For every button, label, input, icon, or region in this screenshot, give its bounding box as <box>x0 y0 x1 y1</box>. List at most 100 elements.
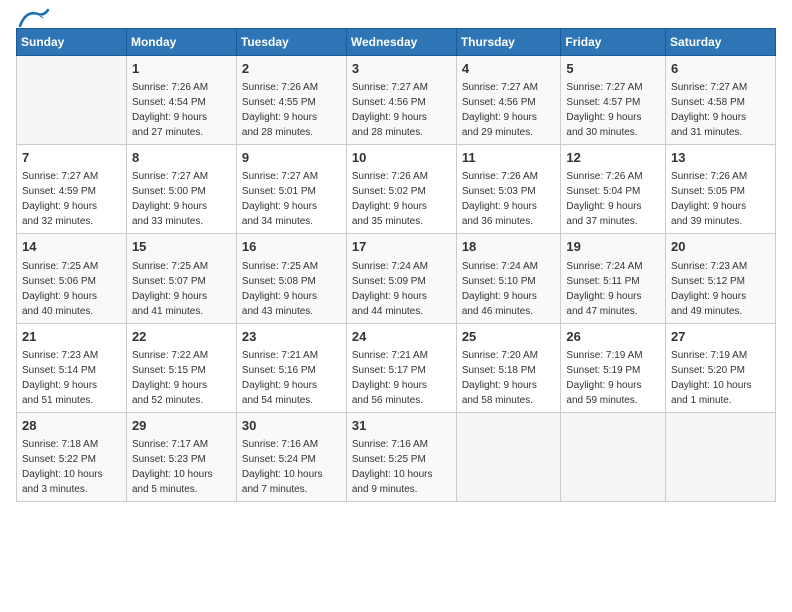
day-info: Sunrise: 7:26 AMSunset: 4:54 PMDaylight:… <box>132 80 231 140</box>
weekday-header-saturday: Saturday <box>666 29 776 56</box>
day-info: Sunrise: 7:19 AMSunset: 5:20 PMDaylight:… <box>671 348 770 408</box>
calendar-cell: 17Sunrise: 7:24 AMSunset: 5:09 PMDayligh… <box>346 234 456 323</box>
day-number: 14 <box>22 238 121 256</box>
calendar-cell: 22 Sunrise: 7:22 AMSunset: 5:15 PMDayligh… <box>126 323 236 412</box>
day-info: Sunrise: 7:26 AMSunset: 4:55 PMDaylight:… <box>242 80 341 140</box>
day-number: 27 <box>671 328 770 346</box>
day-number: 25 <box>462 328 556 346</box>
day-number: 19 <box>566 238 660 256</box>
calendar-cell: 14 Sunrise: 7:25 AMSunset: 5:06 PMDayligh… <box>17 234 127 323</box>
day-info: Sunrise: 7:27 AMSunset: 5:00 PMDaylight:… <box>132 169 231 229</box>
day-info: Sunrise: 7:23 AMSunset: 5:12 PMDaylight:… <box>671 259 770 319</box>
calendar-cell: 29 Sunrise: 7:17 AMSunset: 5:23 PMDayligh… <box>126 412 236 501</box>
calendar-header: SundayMondayTuesdayWednesdayThursdayFrid… <box>17 29 776 56</box>
weekday-header-wednesday: Wednesday <box>346 29 456 56</box>
week-row-1: 1 Sunrise: 7:26 AMSunset: 4:54 PMDaylight… <box>17 56 776 145</box>
day-info: Sunrise: 7:21 AMSunset: 5:17 PMDaylight:… <box>352 348 451 408</box>
day-info: Sunrise: 7:27 AMSunset: 5:01 PMDaylight:… <box>242 169 341 229</box>
day-info: Sunrise: 7:19 AMSunset: 5:19 PMDaylight:… <box>566 348 660 408</box>
day-number: 11 <box>462 149 556 167</box>
day-number: 3 <box>352 60 451 78</box>
calendar-cell: 24 Sunrise: 7:21 AMSunset: 5:17 PMDayligh… <box>346 323 456 412</box>
calendar-cell: 10Sunrise: 7:26 AMSunset: 5:02 PMDayligh… <box>346 145 456 234</box>
day-number: 12 <box>566 149 660 167</box>
day-number: 22 <box>132 328 231 346</box>
calendar-cell: 11 Sunrise: 7:26 AMSunset: 5:03 PMDayligh… <box>456 145 561 234</box>
day-number: 10 <box>352 149 451 167</box>
day-info: Sunrise: 7:24 AMSunset: 5:11 PMDaylight:… <box>566 259 660 319</box>
calendar-cell: 1 Sunrise: 7:26 AMSunset: 4:54 PMDaylight… <box>126 56 236 145</box>
week-row-5: 28 Sunrise: 7:18 AMSunset: 5:22 PMDayligh… <box>17 412 776 501</box>
calendar-cell: 19 Sunrise: 7:24 AMSunset: 5:11 PMDayligh… <box>561 234 666 323</box>
weekday-header-row: SundayMondayTuesdayWednesdayThursdayFrid… <box>17 29 776 56</box>
calendar-cell: 15Sunrise: 7:25 AMSunset: 5:07 PMDayligh… <box>126 234 236 323</box>
day-number: 5 <box>566 60 660 78</box>
day-number: 23 <box>242 328 341 346</box>
calendar-cell: 9Sunrise: 7:27 AMSunset: 5:01 PMDaylight… <box>236 145 346 234</box>
calendar-cell: 8Sunrise: 7:27 AMSunset: 5:00 PMDaylight… <box>126 145 236 234</box>
weekday-header-thursday: Thursday <box>456 29 561 56</box>
day-number: 6 <box>671 60 770 78</box>
day-number: 17 <box>352 238 451 256</box>
day-number: 30 <box>242 417 341 435</box>
weekday-header-sunday: Sunday <box>17 29 127 56</box>
calendar-cell <box>666 412 776 501</box>
week-row-2: 7Sunrise: 7:27 AMSunset: 4:59 PMDaylight… <box>17 145 776 234</box>
calendar-cell: 21 Sunrise: 7:23 AMSunset: 5:14 PMDayligh… <box>17 323 127 412</box>
day-info: Sunrise: 7:16 AMSunset: 5:24 PMDaylight:… <box>242 437 341 497</box>
day-info: Sunrise: 7:26 AMSunset: 5:03 PMDaylight:… <box>462 169 556 229</box>
weekday-header-monday: Monday <box>126 29 236 56</box>
day-number: 29 <box>132 417 231 435</box>
day-info: Sunrise: 7:24 AMSunset: 5:10 PMDaylight:… <box>462 259 556 319</box>
calendar-cell <box>561 412 666 501</box>
week-row-4: 21 Sunrise: 7:23 AMSunset: 5:14 PMDayligh… <box>17 323 776 412</box>
day-number: 24 <box>352 328 451 346</box>
day-number: 4 <box>462 60 556 78</box>
day-info: Sunrise: 7:25 AMSunset: 5:07 PMDaylight:… <box>132 259 231 319</box>
day-number: 21 <box>22 328 121 346</box>
day-info: Sunrise: 7:26 AMSunset: 5:04 PMDaylight:… <box>566 169 660 229</box>
calendar-cell: 25 Sunrise: 7:20 AMSunset: 5:18 PMDayligh… <box>456 323 561 412</box>
calendar-cell: 4 Sunrise: 7:27 AMSunset: 4:56 PMDaylight… <box>456 56 561 145</box>
page-header <box>16 16 776 20</box>
day-info: Sunrise: 7:26 AMSunset: 5:05 PMDaylight:… <box>671 169 770 229</box>
day-number: 18 <box>462 238 556 256</box>
logo-bird-icon <box>18 8 50 28</box>
day-info: Sunrise: 7:22 AMSunset: 5:15 PMDaylight:… <box>132 348 231 408</box>
day-info: Sunrise: 7:21 AMSunset: 5:16 PMDaylight:… <box>242 348 341 408</box>
day-number: 2 <box>242 60 341 78</box>
calendar-cell: 13Sunrise: 7:26 AMSunset: 5:05 PMDayligh… <box>666 145 776 234</box>
logo <box>16 16 50 20</box>
calendar-cell: 16 Sunrise: 7:25 AMSunset: 5:08 PMDayligh… <box>236 234 346 323</box>
day-number: 1 <box>132 60 231 78</box>
day-info: Sunrise: 7:23 AMSunset: 5:14 PMDaylight:… <box>22 348 121 408</box>
day-info: Sunrise: 7:27 AMSunset: 4:58 PMDaylight:… <box>671 80 770 140</box>
calendar-cell <box>456 412 561 501</box>
day-number: 31 <box>352 417 451 435</box>
calendar-cell: 7Sunrise: 7:27 AMSunset: 4:59 PMDaylight… <box>17 145 127 234</box>
day-info: Sunrise: 7:17 AMSunset: 5:23 PMDaylight:… <box>132 437 231 497</box>
day-number: 16 <box>242 238 341 256</box>
weekday-header-friday: Friday <box>561 29 666 56</box>
calendar-cell: 26Sunrise: 7:19 AMSunset: 5:19 PMDayligh… <box>561 323 666 412</box>
calendar-cell: 6 Sunrise: 7:27 AMSunset: 4:58 PMDaylight… <box>666 56 776 145</box>
calendar-cell: 5Sunrise: 7:27 AMSunset: 4:57 PMDaylight… <box>561 56 666 145</box>
calendar-cell: 12 Sunrise: 7:26 AMSunset: 5:04 PMDayligh… <box>561 145 666 234</box>
calendar-cell: 28 Sunrise: 7:18 AMSunset: 5:22 PMDayligh… <box>17 412 127 501</box>
calendar-cell: 27 Sunrise: 7:19 AMSunset: 5:20 PMDayligh… <box>666 323 776 412</box>
day-number: 28 <box>22 417 121 435</box>
day-info: Sunrise: 7:27 AMSunset: 4:56 PMDaylight:… <box>352 80 451 140</box>
calendar-body: 1 Sunrise: 7:26 AMSunset: 4:54 PMDaylight… <box>17 56 776 502</box>
calendar-cell: 2 Sunrise: 7:26 AMSunset: 4:55 PMDaylight… <box>236 56 346 145</box>
calendar-cell: 20Sunrise: 7:23 AMSunset: 5:12 PMDayligh… <box>666 234 776 323</box>
day-info: Sunrise: 7:20 AMSunset: 5:18 PMDaylight:… <box>462 348 556 408</box>
calendar-cell: 31Sunrise: 7:16 AMSunset: 5:25 PMDayligh… <box>346 412 456 501</box>
calendar-table: SundayMondayTuesdayWednesdayThursdayFrid… <box>16 28 776 502</box>
day-info: Sunrise: 7:27 AMSunset: 4:56 PMDaylight:… <box>462 80 556 140</box>
day-info: Sunrise: 7:25 AMSunset: 5:08 PMDaylight:… <box>242 259 341 319</box>
calendar-cell: 23 Sunrise: 7:21 AMSunset: 5:16 PMDayligh… <box>236 323 346 412</box>
calendar-cell: 3 Sunrise: 7:27 AMSunset: 4:56 PMDaylight… <box>346 56 456 145</box>
day-info: Sunrise: 7:18 AMSunset: 5:22 PMDaylight:… <box>22 437 121 497</box>
day-info: Sunrise: 7:25 AMSunset: 5:06 PMDaylight:… <box>22 259 121 319</box>
week-row-3: 14 Sunrise: 7:25 AMSunset: 5:06 PMDayligh… <box>17 234 776 323</box>
